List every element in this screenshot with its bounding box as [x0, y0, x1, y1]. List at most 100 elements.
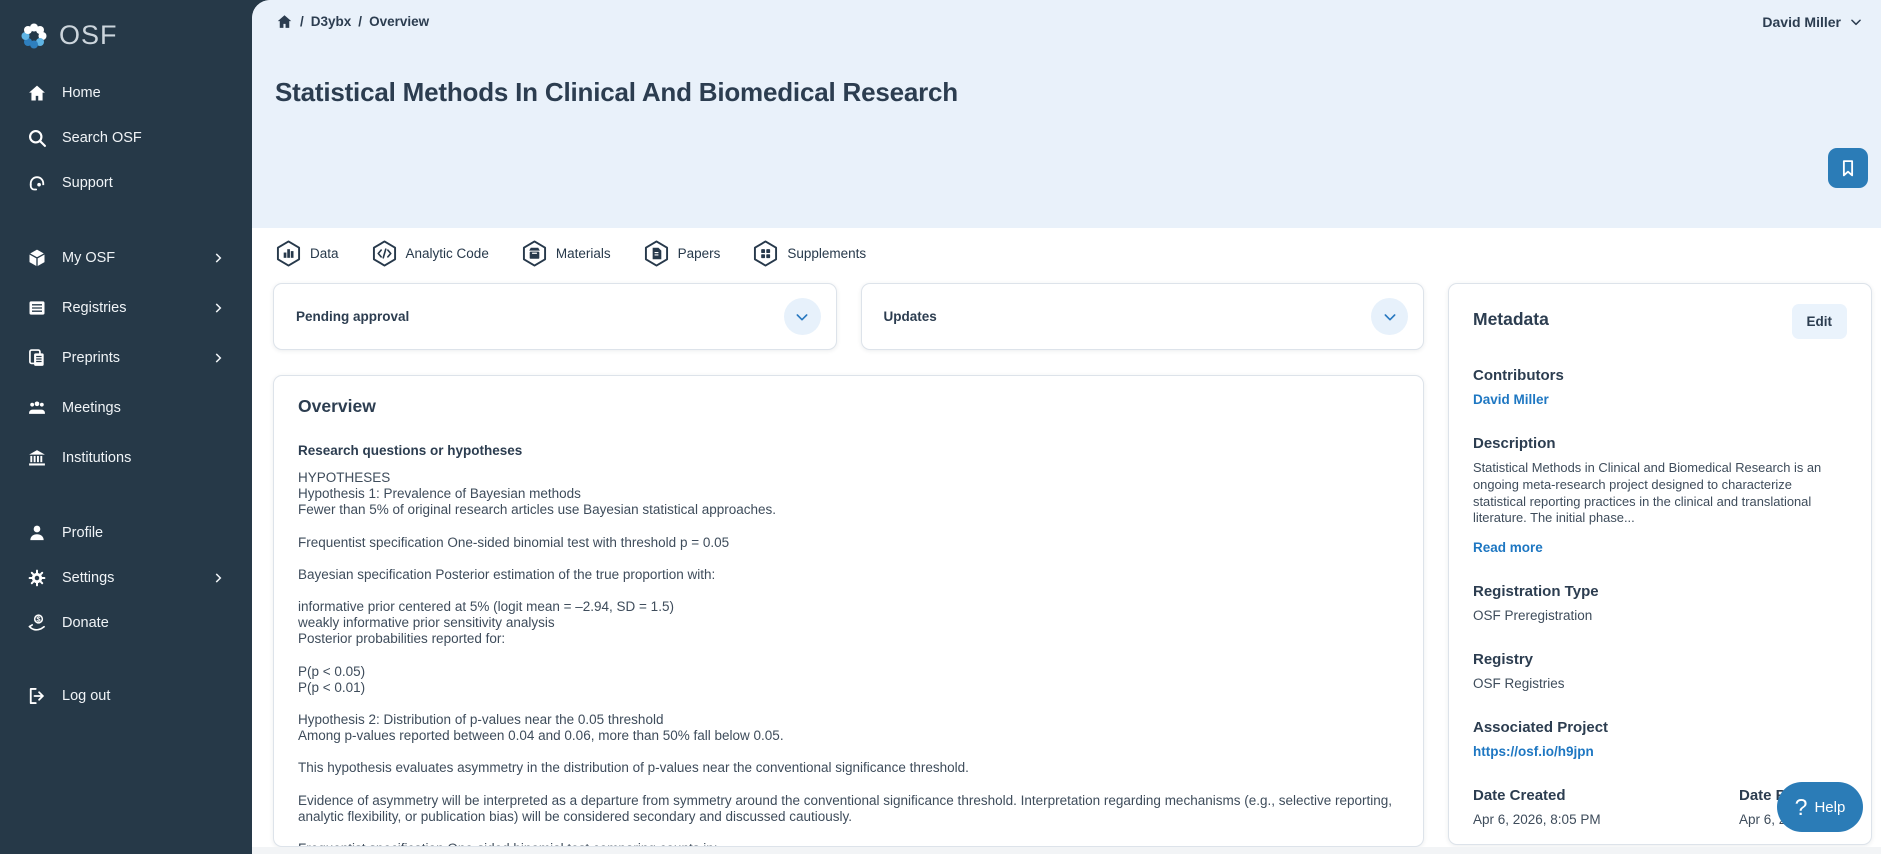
- sidebar-item-donate[interactable]: $ Donate: [0, 600, 252, 645]
- overview-paragraph: Bayesian specification Posterior estimat…: [298, 567, 1399, 583]
- tab-analytic-code[interactable]: Analytic Code: [372, 240, 489, 267]
- description-text: Statistical Methods in Clinical and Biom…: [1473, 460, 1847, 527]
- chevron-down-icon: [1849, 15, 1863, 29]
- papers-document-icon: [644, 240, 669, 267]
- date-created-value: Apr 6, 2026, 8:05 PM: [1473, 812, 1739, 827]
- tab-label: Papers: [678, 246, 721, 261]
- date-created-label: Date Created: [1473, 787, 1739, 804]
- tab-papers[interactable]: Papers: [644, 240, 721, 267]
- support-headset-icon: [27, 173, 47, 193]
- sidebar-item-search-osf[interactable]: Search OSF: [0, 115, 252, 160]
- bookmark-icon: [1837, 157, 1859, 179]
- code-icon: [372, 240, 397, 267]
- associated-project-section: Associated Project https://osf.io/h9jpn: [1473, 719, 1847, 759]
- sidebar-item-home[interactable]: Home: [0, 70, 252, 115]
- registration-type-section: Registration Type OSF Preregistration: [1473, 583, 1847, 623]
- sidebar-item-registries[interactable]: Registries: [0, 283, 252, 333]
- tab-data[interactable]: Data: [276, 240, 339, 267]
- logout-icon: [27, 686, 47, 706]
- cube-icon: [27, 248, 47, 268]
- overview-paragraph: Hypothesis 2: Distribution of p-values n…: [298, 712, 1399, 744]
- tab-label: Supplements: [787, 246, 866, 261]
- description-section: Description Statistical Methods in Clini…: [1473, 435, 1847, 555]
- sidebar-item-label: Search OSF: [62, 130, 142, 146]
- sidebar-item-label: Registries: [62, 300, 126, 316]
- registries-list-icon: [27, 298, 47, 318]
- overview-paragraph: Evidence of asymmetry will be interprete…: [298, 793, 1399, 825]
- overview-paragraph: HYPOTHESES Hypothesis 1: Prevalence of B…: [298, 470, 1399, 519]
- description-label: Description: [1473, 435, 1847, 452]
- sidebar-item-meetings[interactable]: Meetings: [0, 383, 252, 433]
- contributors-section: Contributors David Miller: [1473, 367, 1847, 407]
- sidebar: OSF Home Search OSF: [0, 0, 252, 854]
- pending-approval-dropdown[interactable]: Pending approval: [273, 283, 837, 350]
- sidebar-item-label: Preprints: [62, 350, 120, 366]
- sidebar-item-profile[interactable]: Profile: [0, 510, 252, 555]
- sidebar-item-institutions[interactable]: Institutions: [0, 433, 252, 483]
- home-icon: [27, 83, 47, 103]
- overview-body: HYPOTHESES Hypothesis 1: Prevalence of B…: [298, 470, 1399, 847]
- associated-project-link[interactable]: https://osf.io/h9jpn: [1473, 744, 1847, 759]
- help-button[interactable]: ? Help: [1777, 782, 1863, 832]
- associated-project-label: Associated Project: [1473, 719, 1847, 736]
- sidebar-item-settings[interactable]: Settings: [0, 555, 252, 600]
- main-area: / D3ybx / Overview David Miller Statisti…: [252, 0, 1881, 854]
- user-menu[interactable]: David Miller: [1762, 14, 1863, 30]
- sidebar-item-label: Meetings: [62, 400, 121, 416]
- breadcrumb-separator: /: [358, 14, 362, 29]
- metadata-panel: Metadata Edit Contributors David Miller …: [1448, 283, 1872, 845]
- pending-approval-expand-button[interactable]: [784, 298, 821, 335]
- edit-metadata-button[interactable]: Edit: [1792, 304, 1848, 339]
- registry-value: OSF Registries: [1473, 676, 1847, 691]
- overview-paragraph: This hypothesis evaluates asymmetry in t…: [298, 760, 1399, 776]
- sidebar-item-label: Log out: [62, 688, 110, 704]
- overview-paragraph: informative prior centered at 5% (logit …: [298, 599, 1399, 648]
- registry-section: Registry OSF Registries: [1473, 651, 1847, 691]
- breadcrumb-project-link[interactable]: D3ybx: [311, 14, 352, 29]
- institutions-bank-icon: [27, 448, 47, 468]
- overview-heading: Overview: [298, 396, 1399, 417]
- tab-materials[interactable]: Materials: [522, 240, 611, 267]
- chevron-right-icon: [211, 571, 225, 585]
- data-chart-icon: [276, 240, 301, 267]
- tab-supplements[interactable]: Supplements: [753, 240, 866, 267]
- app-window: OSF Home Search OSF: [0, 0, 1881, 854]
- help-button-label: Help: [1814, 799, 1845, 816]
- search-icon: [27, 128, 47, 148]
- page-bottom-strip: [252, 847, 1881, 854]
- sidebar-item-preprints[interactable]: Preprints: [0, 333, 252, 383]
- home-icon[interactable]: [276, 13, 293, 30]
- meetings-people-icon: [27, 398, 47, 418]
- overview-section-heading: Research questions or hypotheses: [298, 443, 1399, 458]
- registry-label: Registry: [1473, 651, 1847, 668]
- updates-dropdown[interactable]: Updates: [861, 283, 1425, 350]
- chevron-right-icon: [211, 251, 225, 265]
- overview-paragraph: Frequentist specification One-sided bino…: [298, 841, 1399, 847]
- bookmark-button[interactable]: [1828, 148, 1868, 188]
- profile-person-icon: [27, 523, 47, 543]
- sidebar-item-my-osf[interactable]: My OSF: [0, 233, 252, 283]
- updates-expand-button[interactable]: [1371, 298, 1408, 335]
- resource-tabs: Data Analytic Code Materials: [252, 228, 1881, 266]
- sidebar-item-support[interactable]: Support: [0, 160, 252, 205]
- donate-hand-icon: $: [27, 613, 47, 633]
- overview-panel: Overview Research questions or hypothese…: [273, 375, 1424, 847]
- registration-type-value: OSF Preregistration: [1473, 608, 1847, 623]
- sidebar-item-label: Home: [62, 85, 101, 101]
- sidebar-item-log-out[interactable]: Log out: [0, 673, 252, 718]
- osf-logo-text: OSF: [59, 20, 118, 51]
- contributor-link[interactable]: David Miller: [1473, 392, 1847, 407]
- read-more-link[interactable]: Read more: [1473, 540, 1847, 555]
- osf-flower-icon: [19, 21, 49, 51]
- osf-logo[interactable]: OSF: [0, 0, 252, 58]
- question-mark-icon: ?: [1795, 794, 1808, 821]
- materials-box-icon: [522, 240, 547, 267]
- chevron-right-icon: [211, 301, 225, 315]
- sidebar-item-label: Profile: [62, 525, 103, 541]
- tab-label: Data: [310, 246, 339, 261]
- chevron-down-icon: [794, 309, 810, 325]
- page-title: Statistical Methods In Clinical And Biom…: [275, 77, 1881, 108]
- sidebar-item-label: My OSF: [62, 250, 115, 266]
- tab-label: Materials: [556, 246, 611, 261]
- breadcrumb-current-page: Overview: [369, 14, 429, 29]
